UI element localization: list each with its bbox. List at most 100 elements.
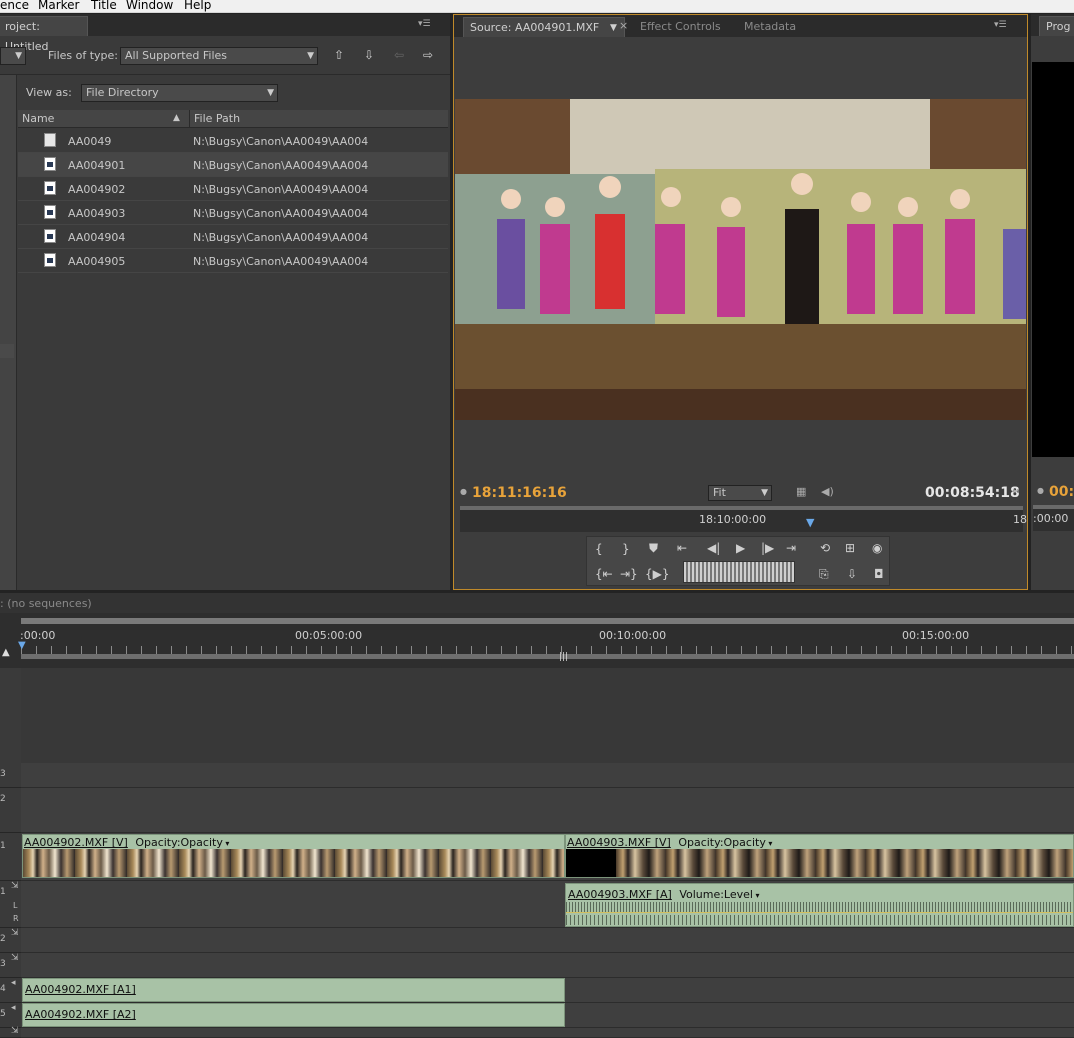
track-video-1[interactable]: AA004902.MXF [V] Opacity:Opacity ▾ AA004… [21, 833, 1074, 881]
menu-marker[interactable]: Marker [38, 0, 79, 12]
column-name[interactable]: Name ▲ [18, 110, 189, 128]
chevron-down-icon[interactable]: ▾ [766, 839, 772, 848]
video-clip[interactable]: AA004903.MXF [V] Opacity:Opacity ▾ [565, 834, 1074, 878]
collapse-icon[interactable]: ⇲ [11, 881, 19, 891]
playhead-icon[interactable]: ▼ [806, 516, 814, 529]
menu-window[interactable]: Window [126, 0, 173, 12]
program-ruler[interactable]: :00:00 [1033, 505, 1074, 531]
track-header-audio-5[interactable]: 5 ◂ [0, 1003, 21, 1028]
go-to-in-icon[interactable]: ⇤ [677, 541, 687, 555]
track-audio-2[interactable] [21, 928, 1074, 953]
close-icon[interactable]: × [619, 19, 628, 32]
snap-icon[interactable]: ▲ [2, 647, 10, 658]
loop-icon[interactable]: ⟲ [820, 541, 830, 555]
audio-clip[interactable]: AA004903.MXF [A] Volume:Level ▾ [565, 883, 1074, 927]
tab-source[interactable]: Source: AA004901.MXF ▼ [463, 17, 625, 37]
panel-menu-icon[interactable]: ▾☰ [994, 20, 1008, 30]
tab-program[interactable]: Prog [1039, 16, 1074, 36]
video-clip[interactable]: AA004902.MXF [V] Opacity:Opacity ▾ [22, 834, 565, 878]
collapse-icon[interactable]: ⇲ [11, 1026, 19, 1036]
view-as-dropdown[interactable]: File Directory ▼ [81, 84, 278, 102]
menu-sequence[interactable]: ence [0, 0, 29, 12]
program-timecode[interactable]: 00:0 [1049, 484, 1074, 500]
mark-in-icon[interactable]: { [595, 542, 603, 556]
track-video-3[interactable] [21, 763, 1074, 788]
program-video-frame [1032, 62, 1074, 457]
speaker-icon[interactable]: ◀) [821, 485, 834, 498]
arrow-back-icon[interactable]: ⇦ [391, 48, 407, 62]
time-ruler[interactable]: :00:00 00:05:00:00 00:10:00:00 00:15:00:… [0, 624, 1074, 667]
track-header-video-3[interactable]: 3 [0, 763, 21, 788]
tab-project[interactable]: roject: Untitled [0, 16, 88, 53]
tab-effect-controls[interactable]: Effect Controls [634, 17, 727, 37]
track-header-video-1[interactable]: 1 [0, 833, 21, 881]
list-item[interactable]: AA004904 N:\Bugsy\Canon\AA0049\AA004 [18, 225, 448, 249]
chevron-down-icon[interactable]: ▼ [610, 18, 617, 38]
add-marker-icon[interactable]: ⛊ [649, 541, 658, 556]
track-header-master[interactable]: ⇲ [0, 1026, 21, 1038]
source-ruler[interactable]: 18:10:00:00 18 ▼ [460, 506, 1027, 532]
expand-icon[interactable]: ⇔ [1012, 487, 1020, 497]
mark-out-icon[interactable]: } [622, 542, 630, 556]
track-header-audio-4[interactable]: 4 ◂ [0, 978, 21, 1003]
marker-icon[interactable]: ● [1037, 486, 1044, 495]
track-video-2[interactable] [21, 788, 1074, 833]
menu-help[interactable]: Help [184, 0, 211, 12]
clip-effect[interactable]: Opacity:Opacity [678, 836, 766, 849]
collapse-icon[interactable]: ⇲ [11, 928, 19, 938]
play-in-to-out-icon[interactable]: {▶} [645, 567, 670, 581]
expand-icon[interactable]: ◂ [11, 978, 16, 988]
collapse-icon[interactable]: ⇲ [11, 953, 19, 963]
clip-effect[interactable]: Volume:Level [679, 888, 753, 901]
jog-shuttle[interactable] [683, 561, 795, 583]
list-item[interactable]: AA004902 N:\Bugsy\Canon\AA0049\AA004 [18, 177, 448, 201]
track-audio-3[interactable] [21, 953, 1074, 978]
audio-clip[interactable]: AA004902.MXF [A1] [22, 978, 565, 1002]
zoom-dropdown[interactable]: Fit ▼ [708, 485, 772, 501]
arrow-up-icon[interactable]: ⇧ [331, 48, 347, 62]
step-back-icon[interactable]: ◀| [707, 541, 720, 555]
chevron-down-icon[interactable]: ▾ [753, 891, 760, 900]
shuttle-left-icon[interactable]: {⇤ [595, 567, 613, 581]
list-item[interactable]: AA004905 N:\Bugsy\Canon\AA0049\AA004 [18, 249, 448, 273]
panel-menu-icon[interactable]: ▾☰ [418, 19, 432, 29]
track-audio-4[interactable]: AA004902.MXF [A1] [21, 978, 1074, 1003]
chevron-down-icon[interactable]: ▾ [223, 839, 229, 848]
track-audio-5[interactable]: AA004902.MXF [A2] [21, 1003, 1074, 1028]
tab-metadata[interactable]: Metadata [738, 17, 802, 37]
go-to-out-icon[interactable]: ⇥ [786, 541, 796, 555]
track-master[interactable] [21, 1028, 1074, 1038]
step-forward-icon[interactable]: |▶ [761, 541, 774, 555]
shuttle-right-icon[interactable]: ⇥} [620, 567, 638, 581]
audio-clip[interactable]: AA004902.MXF [A2] [22, 1003, 565, 1027]
track-header-video-2[interactable]: 2 [0, 788, 21, 833]
track-header-audio-3[interactable]: 3 ⇲ [0, 953, 21, 978]
marker-icon[interactable]: ● [460, 487, 467, 496]
playhead-icon[interactable]: ▼ [18, 640, 26, 651]
clip-effect[interactable]: Opacity:Opacity [135, 836, 223, 849]
output-icon[interactable]: ◉ [872, 541, 882, 555]
arrow-forward-icon[interactable]: ⇨ [420, 48, 436, 62]
list-item[interactable]: AA004901 N:\Bugsy\Canon\AA0049\AA004 [18, 153, 448, 177]
overlay-icon[interactable]: ⇩ [847, 567, 857, 581]
timeline-tab-label[interactable]: : (no sequences) [0, 597, 92, 610]
source-timecode-current[interactable]: 18:11:16:16 [472, 485, 567, 501]
list-item[interactable]: AA0049 N:\Bugsy\Canon\AA0049\AA004 [18, 129, 448, 153]
zoom-handle-icon[interactable]: ||| [559, 652, 568, 662]
safe-margins-icon[interactable]: ⊞ [845, 541, 855, 555]
ruler-label: 00:15:00:00 [902, 629, 970, 642]
column-file-path[interactable]: File Path [189, 110, 448, 128]
insert-icon[interactable]: ⎘ [819, 567, 829, 582]
play-icon[interactable]: ▶ [736, 541, 745, 555]
film-icon[interactable]: ▦ [796, 485, 806, 498]
track-header-audio-2[interactable]: 2 ⇲ [0, 928, 21, 953]
arrow-down-icon[interactable]: ⇩ [361, 48, 377, 62]
track-audio-1[interactable]: AA004903.MXF [A] Volume:Level ▾ [21, 881, 1074, 928]
track-header-audio-1[interactable]: 1 ⇲ L R [0, 881, 21, 928]
camera-icon[interactable]: ◘ [874, 567, 884, 581]
files-of-type-dropdown[interactable]: All Supported Files ▼ [120, 47, 318, 65]
list-item[interactable]: AA004903 N:\Bugsy\Canon\AA0049\AA004 [18, 201, 448, 225]
location-dropdown[interactable]: ▼ [0, 47, 26, 65]
expand-icon[interactable]: ◂ [11, 1003, 16, 1013]
menu-title[interactable]: Title [91, 0, 117, 12]
